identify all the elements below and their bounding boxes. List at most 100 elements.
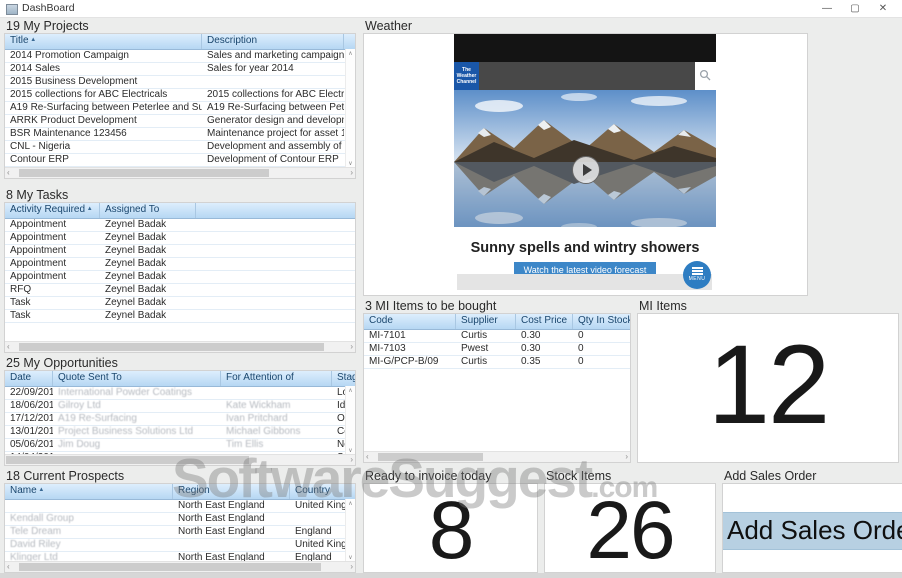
table-row[interactable]: MI-G/PCP-B/09Curtis0.350 (364, 356, 630, 369)
tasks-grid[interactable]: Activity Required ▲Assigned ToAppointmen… (4, 202, 356, 353)
scroll-right-icon[interactable]: › (350, 455, 353, 465)
projects-grid[interactable]: Title ▲Description2014 Promotion Campaig… (4, 33, 356, 179)
column-header[interactable]: Supplier (456, 314, 516, 329)
table-row[interactable]: Contour ERPDevelopment of Contour ERP (5, 154, 355, 167)
scroll-up-icon[interactable]: ∧ (346, 500, 355, 507)
table-header-row: Name ▲RegionCountry (5, 484, 355, 500)
horizontal-scrollbar[interactable]: ‹ › (5, 454, 355, 465)
scrollbar-thumb[interactable] (19, 169, 269, 177)
table-row[interactable]: AppointmentZeynel Badak (5, 245, 355, 258)
vertical-scrollbar[interactable]: ∧ ∨ (345, 49, 355, 168)
scroll-right-icon[interactable]: › (350, 342, 353, 352)
vertical-scrollbar[interactable]: ∧ ∨ (345, 386, 355, 455)
table-row[interactable]: 18/06/2014Gilroy LtdKate WickhamIdea (5, 400, 355, 413)
scroll-left-icon[interactable]: ‹ (7, 342, 10, 352)
table-row[interactable]: TaskZeynel Badak (5, 297, 355, 310)
table-row[interactable]: TaskZeynel Badak (5, 310, 355, 323)
scrollbar-thumb[interactable] (378, 453, 483, 461)
column-header[interactable]: Name ▲ (5, 484, 173, 499)
scroll-down-icon[interactable]: ∨ (346, 554, 355, 561)
table-cell: Michael Gibbons (221, 426, 332, 438)
table-row[interactable]: David RileyUnited Kingdom (5, 539, 355, 552)
table-row[interactable]: AppointmentZeynel Badak (5, 271, 355, 284)
search-button[interactable] (695, 62, 716, 90)
table-row[interactable]: 2015 collections for ABC Electricals2015… (5, 89, 355, 102)
table-row[interactable]: MI-7103Pwest0.300 (364, 343, 630, 356)
window-bottom-edge (0, 573, 902, 578)
column-header[interactable]: Stage (332, 371, 356, 386)
table-row[interactable]: 22/09/2014International Powder CoatingsL… (5, 387, 355, 400)
table-cell: 2014 Sales (5, 63, 202, 75)
scroll-up-icon[interactable]: ∧ (346, 50, 355, 57)
horizontal-scrollbar[interactable]: ‹ › (5, 341, 355, 352)
scroll-left-icon[interactable]: ‹ (7, 562, 10, 572)
horizontal-scrollbar[interactable]: ‹ › (5, 561, 355, 572)
table-cell: 13/01/2016 (5, 426, 53, 438)
scroll-left-icon[interactable]: ‹ (7, 168, 10, 178)
table-cell (202, 76, 344, 88)
horizontal-scrollbar[interactable]: ‹ › (364, 451, 630, 462)
scroll-down-icon[interactable]: ∨ (346, 447, 355, 454)
column-header[interactable]: Description (202, 34, 344, 49)
vertical-scrollbar[interactable]: ∧ ∨ (345, 499, 355, 562)
app-icon (6, 4, 18, 15)
table-row[interactable]: MI-7101Curtis0.300 (364, 330, 630, 343)
scroll-right-icon[interactable]: › (350, 562, 353, 572)
panel-stock-items: Stock Items 26 (544, 469, 716, 573)
horizontal-scrollbar[interactable]: ‹ › (5, 167, 355, 178)
close-button[interactable]: ✕ (870, 1, 896, 16)
column-header[interactable]: For Attention of (221, 371, 332, 386)
table-row[interactable]: AppointmentZeynel Badak (5, 258, 355, 271)
column-header[interactable]: Qty In Stock (573, 314, 631, 329)
column-header[interactable]: Region (173, 484, 290, 499)
scrollbar-thumb[interactable] (19, 563, 321, 571)
table-row[interactable]: ARRK Product DevelopmentGenerator design… (5, 115, 355, 128)
mi-bought-grid[interactable]: CodeSupplierCost PriceQty In StockMI-710… (363, 313, 631, 463)
table-row[interactable]: A19 Re-Surfacing between Peterlee and Su… (5, 102, 355, 115)
prospects-grid[interactable]: Name ▲RegionCountryNorth East EnglandUni… (4, 483, 356, 573)
scroll-right-icon[interactable]: › (350, 168, 353, 178)
table-cell: Jim Doug (53, 439, 221, 451)
scrollbar-thumb[interactable] (19, 343, 324, 351)
opportunities-grid[interactable]: DateQuote Sent ToFor Attention ofStage22… (4, 370, 356, 466)
table-cell: Appointment (5, 245, 100, 257)
column-header[interactable]: Country (290, 484, 356, 499)
scroll-up-icon[interactable]: ∧ (346, 387, 355, 394)
weather-video-thumbnail[interactable] (454, 90, 716, 227)
table-row[interactable]: RFQZeynel Badak (5, 284, 355, 297)
table-cell: Tim Ellis (221, 439, 332, 451)
table-row[interactable]: BSR Maintenance 123456Maintenance projec… (5, 128, 355, 141)
scroll-down-icon[interactable]: ∨ (346, 160, 355, 167)
table-row[interactable]: North East EnglandUnited Kingdom (5, 500, 355, 513)
scroll-left-icon[interactable]: ‹ (366, 452, 369, 462)
column-header[interactable]: Cost Price (516, 314, 573, 329)
column-header[interactable]: Code (364, 314, 456, 329)
table-row[interactable]: 05/06/2015Jim DougTim EllisNeg (5, 439, 355, 452)
minimize-button[interactable]: — (814, 1, 840, 16)
scroll-right-icon[interactable]: › (625, 452, 628, 462)
table-cell: Zeynel Badak (100, 310, 196, 322)
table-row[interactable]: Kendall GroupNorth East England (5, 513, 355, 526)
add-sales-order-button[interactable]: Add Sales Order (723, 512, 902, 550)
column-header[interactable]: Activity Required ▲ (5, 203, 100, 218)
table-row[interactable]: 2014 Promotion CampaignSales and marketi… (5, 50, 355, 63)
table-row[interactable]: 17/12/2015A19 Re-SurfacingIvan Pritchard… (5, 413, 355, 426)
table-row[interactable]: AppointmentZeynel Badak (5, 232, 355, 245)
table-cell: Appointment (5, 271, 100, 283)
maximize-button[interactable]: ▢ (842, 1, 868, 16)
table-row[interactable]: AppointmentZeynel Badak (5, 219, 355, 232)
table-row[interactable]: CNL - NigeriaDevelopment and assembly of… (5, 141, 355, 154)
scrollbar-thumb[interactable] (6, 456, 249, 464)
table-row[interactable]: 13/01/2016Project Business Solutions Ltd… (5, 426, 355, 439)
weather-channel-logo[interactable]: The Weather Channel (454, 62, 479, 90)
play-button[interactable] (572, 156, 600, 184)
table-row[interactable]: Tele DreamNorth East EnglandEngland (5, 526, 355, 539)
table-row[interactable]: 2015 Business Development (5, 76, 355, 89)
column-header[interactable]: Title ▲ (5, 34, 202, 49)
table-row[interactable]: 2014 SalesSales for year 2014 (5, 63, 355, 76)
menu-button[interactable]: MENU (683, 261, 711, 289)
column-header[interactable]: Date (5, 371, 53, 386)
table-cell: 2015 Business Development (5, 76, 202, 88)
column-header[interactable]: Assigned To (100, 203, 196, 218)
column-header[interactable]: Quote Sent To (53, 371, 221, 386)
